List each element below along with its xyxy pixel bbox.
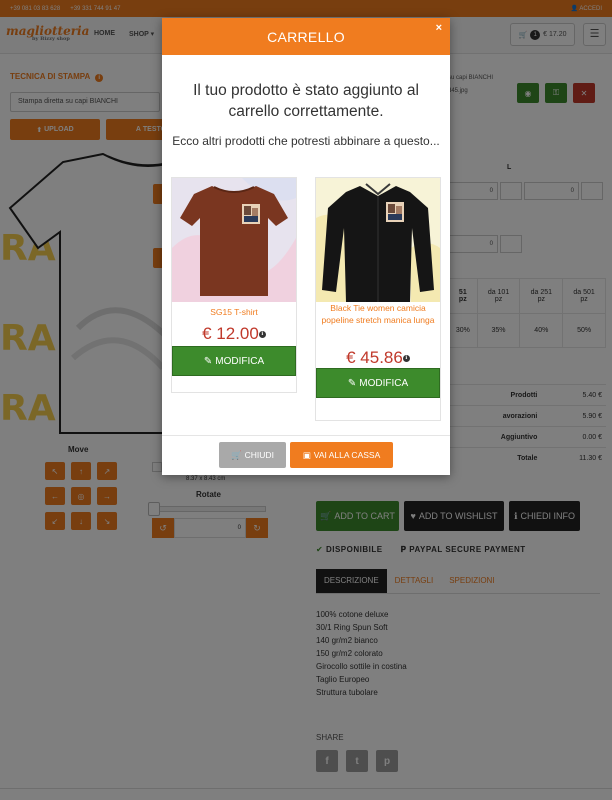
product-name[interactable]: SG15 T-shirt: [172, 306, 296, 318]
black-shirt-image: [316, 178, 440, 302]
edit-product-label: MODIFICA: [359, 377, 409, 389]
product-price-value: € 45.86: [346, 348, 403, 367]
suggested-products-text: Ecco altri prodotti che potresti abbinar…: [172, 134, 440, 148]
close-icon[interactable]: ×: [436, 22, 442, 34]
added-to-cart-message: Il tuo prodotto è stato aggiunto al carr…: [193, 82, 419, 120]
product-price: € 45.86 i: [316, 348, 440, 368]
magic-wand-icon: ✎: [203, 355, 213, 367]
money-icon: ▣: [302, 449, 311, 460]
product-price: € 12.00 i: [172, 324, 296, 344]
modal-footer-divider: [162, 435, 450, 436]
suggested-product-card: Black Tie women camicia popeline stretch…: [315, 177, 441, 421]
checkout-button[interactable]: ▣ VAI ALLA CASSA: [290, 442, 393, 468]
tshirt-brown-image: [172, 178, 296, 302]
close-modal-button[interactable]: 🛒 CHIUDI: [219, 442, 286, 468]
suggested-product-card: SG15 T-shirt € 12.00 i ✎ MODIFICA: [171, 177, 297, 393]
edit-product-label: MODIFICA: [215, 355, 265, 367]
magic-wand-icon: ✎: [347, 377, 357, 389]
cart-icon: 🛒: [231, 449, 242, 460]
checkout-label: VAI ALLA CASSA: [313, 450, 381, 460]
edit-product-button[interactable]: ✎ MODIFICA: [172, 346, 296, 376]
product-image[interactable]: [172, 178, 296, 302]
close-modal-label: CHIUDI: [244, 450, 274, 460]
info-icon[interactable]: i: [258, 331, 266, 339]
edit-product-button[interactable]: ✎ MODIFICA: [316, 368, 440, 398]
product-price-value: € 12.00: [202, 324, 259, 343]
modal-title: CARRELLO: [267, 28, 345, 45]
product-image[interactable]: [316, 178, 440, 302]
cart-modal: CARRELLO × Il tuo prodotto è stato aggiu…: [162, 18, 450, 475]
modal-header: CARRELLO: [162, 18, 450, 55]
product-name[interactable]: Black Tie women camicia popeline stretch…: [316, 302, 440, 326]
info-icon[interactable]: i: [402, 355, 410, 363]
